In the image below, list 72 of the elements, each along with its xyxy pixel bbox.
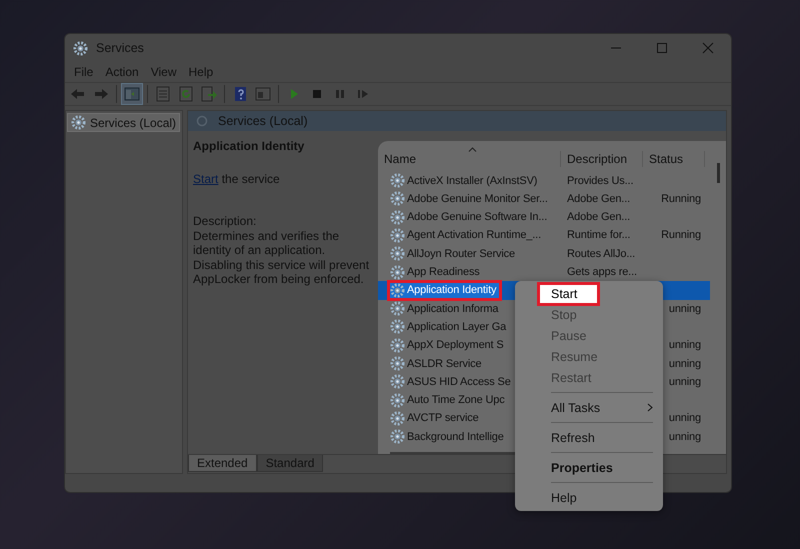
service-name: Adobe Genuine Software In... xyxy=(390,210,548,225)
service-name: Agent Activation Runtime_... xyxy=(390,228,541,243)
gear-icon xyxy=(71,115,86,130)
gear-icon xyxy=(390,264,405,280)
service-name: Application Informa xyxy=(390,301,498,316)
gear-icon xyxy=(390,173,405,188)
service-name: AllJoyn Router Service xyxy=(390,246,515,262)
gear-icon xyxy=(390,282,405,298)
service-name: ASLDR Service xyxy=(390,356,482,372)
properties-icon xyxy=(154,85,172,104)
gear-icon xyxy=(390,191,405,206)
service-name: AppX Deployment S xyxy=(390,338,504,353)
app-icon xyxy=(73,40,88,56)
gear-icon xyxy=(390,301,405,316)
service-name: Adobe Genuine Monitor Ser... xyxy=(390,191,548,206)
pane-title: Services (Local) xyxy=(218,114,308,128)
service-name: ASUS HID Access Se xyxy=(390,374,511,390)
service-name: App Readiness xyxy=(390,264,480,280)
console-tree-icon xyxy=(123,85,141,104)
menu-item[interactable]: Start xyxy=(540,285,597,303)
gear-icon xyxy=(390,429,405,444)
console-tree-button[interactable] xyxy=(121,83,143,106)
view-pane-icon xyxy=(254,85,272,104)
service-status: Running xyxy=(661,229,701,242)
column-header[interactable]: Description xyxy=(561,151,643,168)
service-status: unning xyxy=(668,412,701,424)
service-name: Application Layer Ga xyxy=(390,319,506,334)
service-description: Adobe Gen... xyxy=(567,192,630,205)
service-status: unning xyxy=(668,302,701,315)
menu-item[interactable]: All Tasks xyxy=(515,397,663,418)
service-description: Runtime for... xyxy=(567,229,630,242)
service-status: unning xyxy=(668,430,701,443)
gear-icon xyxy=(390,338,405,353)
service-status: unning xyxy=(668,376,701,388)
gear-icon xyxy=(390,392,405,408)
gear-icon xyxy=(390,228,405,243)
action-text: the service xyxy=(222,172,280,186)
service-name: AVCTP service xyxy=(390,410,479,426)
start-link[interactable]: Start xyxy=(193,172,218,186)
chevron-icon xyxy=(647,403,653,412)
menu-item[interactable]: Refresh xyxy=(515,427,663,448)
description-text: Determines and verifies the identity of an application. Disabling this service will prevent AppLocker from being enforced. xyxy=(193,228,370,287)
refresh-icon xyxy=(177,85,195,104)
service-description: Adobe Gen... xyxy=(567,211,630,224)
gear-icon xyxy=(390,246,405,262)
service-name: Background Intellige xyxy=(390,429,504,444)
service-name: ActiveX Installer (AxInstSV) xyxy=(390,173,538,188)
service-name: Application Identity xyxy=(390,282,500,298)
service-name: Auto Time Zone Upc xyxy=(390,392,505,408)
service-status: Running xyxy=(661,192,701,205)
menu-item[interactable]: Properties xyxy=(515,457,663,478)
service-description: Routes AllJo... xyxy=(567,248,636,260)
sort-caret-icon xyxy=(468,147,477,152)
gear-icon xyxy=(390,410,405,426)
service-title: Application Identity xyxy=(193,139,306,154)
gear-icon xyxy=(390,319,405,334)
search-icon xyxy=(196,115,208,128)
tree-item[interactable]: Services (Local) xyxy=(68,114,180,132)
gear-icon xyxy=(390,356,405,372)
column-header[interactable]: Status xyxy=(643,151,705,168)
gear-icon xyxy=(390,374,405,390)
service-description: Gets apps re... xyxy=(567,266,637,278)
column-header[interactable]: Name xyxy=(378,151,561,168)
description-label: Description: xyxy=(193,214,258,229)
menu-item[interactable]: Help xyxy=(515,487,663,508)
scrollbar-thumb[interactable] xyxy=(717,163,720,184)
service-status: unning xyxy=(668,358,701,370)
export-icon xyxy=(200,85,218,104)
service-status: unning xyxy=(668,339,701,352)
service-description: Provides Us... xyxy=(567,174,634,187)
gear-icon xyxy=(390,210,405,225)
view-tab[interactable]: Extended xyxy=(188,454,257,472)
